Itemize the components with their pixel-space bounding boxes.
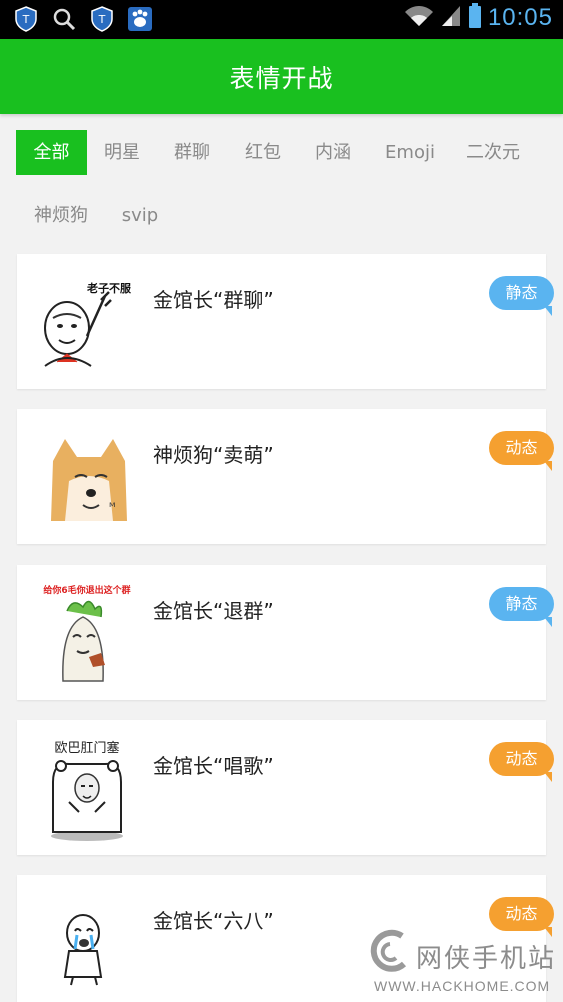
tab-svip[interactable]: svip: [112, 193, 168, 238]
card-title: 金馆长“六八”: [153, 909, 274, 933]
dynamic-badge: 动态: [489, 742, 554, 782]
svg-text:T: T: [98, 13, 106, 26]
list-item[interactable]: 老子不服 金馆长“群聊” 静态: [17, 254, 554, 389]
watermark-text: 网侠手机站: [416, 944, 557, 974]
sticker-thumbnail: 给你6毛你退出这个群: [39, 577, 139, 687]
signal-icon: [440, 4, 462, 32]
list-item[interactable]: 欧巴肛门塞 金馆长“唱歌” 动态: [17, 720, 554, 855]
tab-emoji[interactable]: Emoji: [375, 130, 445, 175]
tab-all[interactable]: 全部: [16, 130, 87, 175]
sticker-thumbnail: ᴹ: [39, 421, 139, 531]
tab-red-packet[interactable]: 红包: [235, 130, 291, 175]
card-title: 金馆长“群聊”: [153, 288, 274, 312]
card-title: 神烦狗“卖萌”: [153, 443, 274, 467]
static-badge: 静态: [489, 587, 554, 627]
status-bar: T T 10:05: [0, 0, 563, 39]
list-item[interactable]: ᴹ 神烦狗“卖萌” 动态: [17, 409, 554, 544]
card-title: 金馆长“退群”: [153, 599, 274, 623]
tab-group-chat[interactable]: 群聊: [164, 130, 220, 175]
sticker-thumbnail: 老子不服: [39, 266, 139, 376]
page-title: 表情开战: [229, 63, 334, 93]
app-bar: 表情开战: [0, 39, 563, 114]
card-title: 金馆长“唱歌”: [153, 754, 274, 778]
dynamic-badge: 动态: [489, 897, 554, 937]
svg-text:ᴹ: ᴹ: [109, 500, 116, 514]
dynamic-badge: 动态: [489, 431, 554, 471]
clock: 10:05: [487, 4, 553, 31]
tab-anime[interactable]: 二次元: [456, 130, 530, 175]
sticker-caption: 给你6毛你退出这个群: [43, 584, 130, 596]
watermark: 网侠手机站 WWW.HACKHOME.COM: [368, 928, 558, 998]
sticker-thumbnail: 欧巴肛门塞: [39, 732, 139, 842]
sticker-caption: 欧巴肛门塞: [54, 740, 119, 756]
svg-text:T: T: [22, 13, 30, 26]
static-badge: 静态: [489, 276, 554, 316]
tab-stars[interactable]: 明星: [94, 130, 150, 175]
shield-app-icon: T: [88, 5, 116, 33]
sticker-thumbnail: [39, 887, 139, 997]
watermark-logo-icon: [368, 928, 412, 980]
shield-app-icon: T: [12, 5, 40, 33]
watermark-url: WWW.HACKHOME.COM: [374, 978, 551, 994]
wifi-icon: [404, 4, 434, 32]
battery-icon: [468, 3, 482, 33]
list-item[interactable]: 给你6毛你退出这个群 金馆长“退群” 静态: [17, 565, 554, 700]
baidu-paw-icon: [126, 5, 154, 33]
tab-doge[interactable]: 神烦狗: [24, 193, 98, 238]
search-icon: [50, 5, 78, 33]
tab-innuendo[interactable]: 内涵: [305, 130, 361, 175]
